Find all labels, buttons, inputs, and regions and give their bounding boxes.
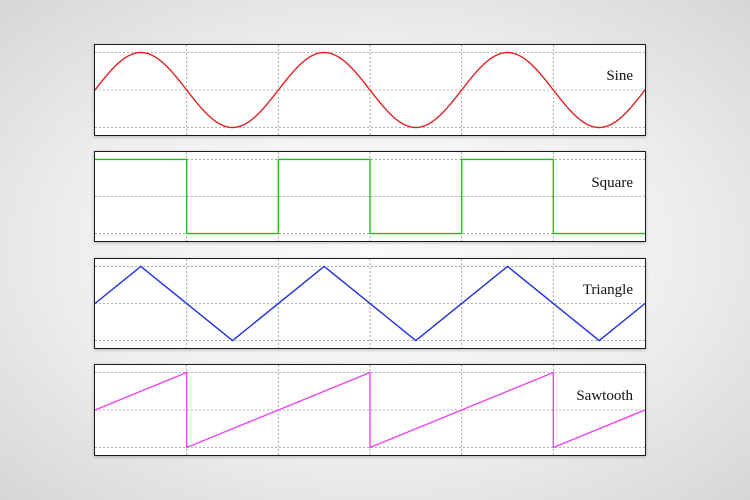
triangle-label: Triangle: [578, 281, 637, 299]
square-wave-line: [95, 158, 645, 235]
sawtooth-label: Sawtooth: [572, 387, 637, 405]
sawtooth-plot: [95, 365, 645, 455]
sawtooth-panel: Sawtooth: [94, 364, 646, 456]
triangle-plot: [95, 259, 645, 348]
sine-label: Sine: [602, 67, 637, 85]
sine-panel: Sine: [94, 44, 646, 136]
square-label: Square: [587, 174, 637, 192]
triangle-panel: Triangle: [94, 258, 646, 349]
triangle-wave-line: [95, 265, 645, 342]
waveform-figure: Sine Square Triangle Sawtooth: [0, 0, 750, 500]
sine-plot: [95, 45, 645, 135]
square-panel: Square: [94, 151, 646, 242]
sine-wave-line: [95, 51, 645, 129]
sawtooth-wave-line: [95, 371, 645, 449]
square-plot: [95, 152, 645, 241]
